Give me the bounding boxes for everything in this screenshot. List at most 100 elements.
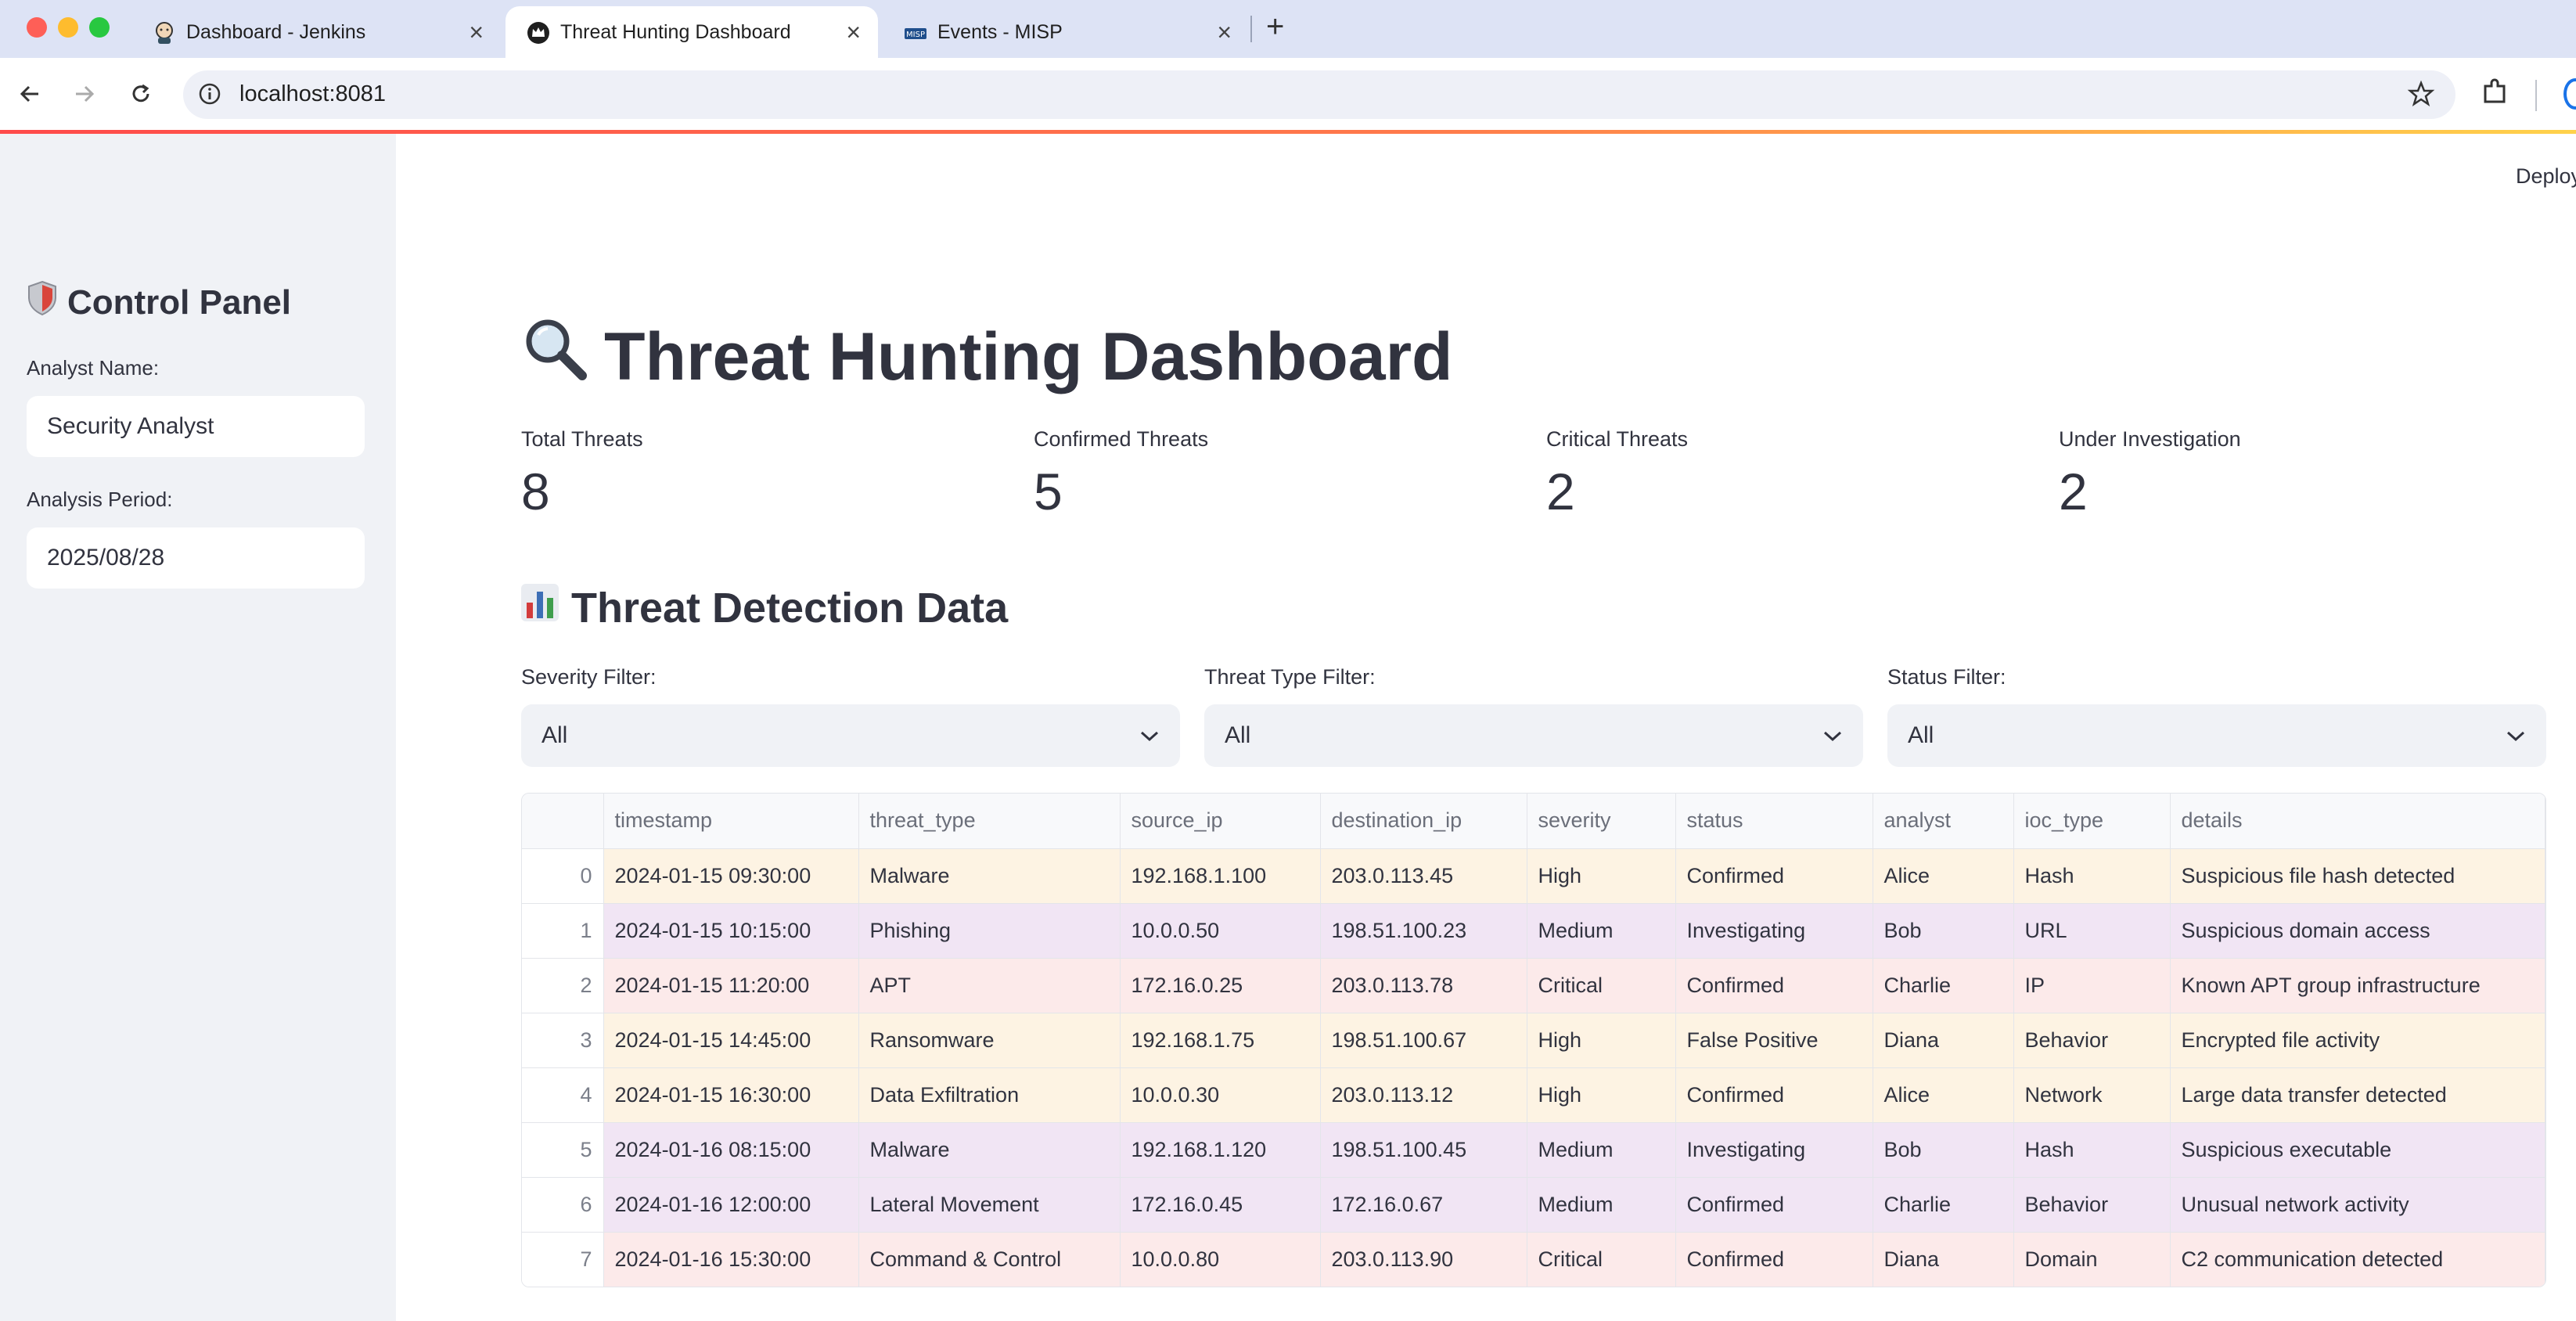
cell-source-ip[interactable]: 192.168.1.100: [1120, 848, 1321, 904]
reload-icon[interactable]: [122, 75, 160, 113]
table-row[interactable]: 1 2024-01-15 10:15:00 Phishing 10.0.0.50 198…: [522, 903, 2545, 959]
cell-destination-ip[interactable]: 203.0.113.45: [1320, 848, 1527, 904]
cell-threat-type[interactable]: Command & Control: [858, 1232, 1121, 1287]
cell-analyst[interactable]: Diana: [1873, 1013, 2014, 1068]
cell-threat-type[interactable]: Malware: [858, 848, 1121, 904]
new-tab-button[interactable]: +: [1266, 11, 1284, 42]
column-header[interactable]: timestamp: [603, 794, 859, 849]
cell-destination-ip[interactable]: 198.51.100.23: [1320, 903, 1527, 959]
cell-analyst[interactable]: Diana: [1873, 1232, 2014, 1287]
cell-ioc-type[interactable]: Domain: [2013, 1232, 2171, 1287]
close-icon[interactable]: ×: [469, 20, 484, 45]
cell-destination-ip[interactable]: 172.16.0.67: [1320, 1177, 1527, 1233]
cell-details[interactable]: Encrypted file activity: [2170, 1013, 2545, 1068]
cell-status[interactable]: False Positive: [1675, 1013, 1873, 1068]
cell-threat-type[interactable]: Lateral Movement: [858, 1177, 1121, 1233]
cell-analyst[interactable]: Bob: [1873, 903, 2014, 959]
cell-timestamp[interactable]: 2024-01-15 16:30:00: [603, 1067, 859, 1123]
cell-destination-ip[interactable]: 203.0.113.90: [1320, 1232, 1527, 1287]
cell-details[interactable]: Large data transfer detected: [2170, 1067, 2545, 1123]
cell-source-ip[interactable]: 192.168.1.75: [1120, 1013, 1321, 1068]
cell-details[interactable]: Unusual network activity: [2170, 1177, 2545, 1233]
window-minimize-button[interactable]: [58, 17, 78, 38]
close-icon[interactable]: ×: [1217, 20, 1232, 45]
extensions-icon[interactable]: [2479, 77, 2510, 112]
table-row[interactable]: 5 2024-01-16 08:15:00 Malware 192.168.1.120…: [522, 1122, 2545, 1178]
cell-severity[interactable]: Medium: [1527, 1177, 1676, 1233]
cell-severity[interactable]: Critical: [1527, 958, 1676, 1013]
cell-details[interactable]: Suspicious file hash detected: [2170, 848, 2545, 904]
column-header[interactable]: ioc_type: [2013, 794, 2171, 849]
cell-timestamp[interactable]: 2024-01-16 12:00:00: [603, 1177, 859, 1233]
cell-ioc-type[interactable]: Behavior: [2013, 1177, 2171, 1233]
column-header[interactable]: severity: [1527, 794, 1676, 849]
cell-analyst[interactable]: Charlie: [1873, 1177, 2014, 1233]
tab-threat-hunting[interactable]: Threat Hunting Dashboard ×: [505, 6, 878, 58]
cell-timestamp[interactable]: 2024-01-15 10:15:00: [603, 903, 859, 959]
cell-source-ip[interactable]: 192.168.1.120: [1120, 1122, 1321, 1178]
url-bar[interactable]: localhost:8081: [183, 70, 2455, 119]
forward-arrow-icon[interactable]: [66, 75, 103, 113]
table-row[interactable]: 0 2024-01-15 09:30:00 Malware 192.168.1.100…: [522, 848, 2545, 904]
cell-source-ip[interactable]: 10.0.0.50: [1120, 903, 1321, 959]
cell-destination-ip[interactable]: 198.51.100.45: [1320, 1122, 1527, 1178]
cell-source-ip[interactable]: 172.16.0.45: [1120, 1177, 1321, 1233]
window-close-button[interactable]: [27, 17, 47, 38]
cell-analyst[interactable]: Bob: [1873, 1122, 2014, 1178]
severity-filter-select[interactable]: All: [521, 704, 1180, 767]
threat-type-filter-select[interactable]: All: [1204, 704, 1863, 767]
table-row[interactable]: 4 2024-01-15 16:30:00 Data Exfiltration 10.…: [522, 1067, 2545, 1123]
deploy-button[interactable]: Deploy: [2516, 164, 2576, 189]
cell-threat-type[interactable]: Ransomware: [858, 1013, 1121, 1068]
column-header[interactable]: threat_type: [858, 794, 1121, 849]
cell-severity[interactable]: Medium: [1527, 903, 1676, 959]
cell-destination-ip[interactable]: 203.0.113.12: [1320, 1067, 1527, 1123]
close-icon[interactable]: ×: [846, 20, 861, 45]
cell-timestamp[interactable]: 2024-01-15 09:30:00: [603, 848, 859, 904]
table-row[interactable]: 2 2024-01-15 11:20:00 APT 172.16.0.25 203.0.…: [522, 958, 2545, 1013]
cell-analyst[interactable]: Charlie: [1873, 958, 2014, 1013]
cell-destination-ip[interactable]: 203.0.113.78: [1320, 958, 1527, 1013]
cell-status[interactable]: Investigating: [1675, 1122, 1873, 1178]
column-header[interactable]: analyst: [1873, 794, 2014, 849]
table-row[interactable]: 6 2024-01-16 12:00:00 Lateral Movement 172.…: [522, 1177, 2545, 1233]
cell-source-ip[interactable]: 10.0.0.30: [1120, 1067, 1321, 1123]
cell-details[interactable]: Suspicious executable: [2170, 1122, 2545, 1178]
cell-severity[interactable]: High: [1527, 1067, 1676, 1123]
analyst-name-input[interactable]: Security Analyst: [27, 396, 365, 457]
analysis-period-date-input[interactable]: 2025/08/28: [27, 527, 365, 589]
cell-analyst[interactable]: Alice: [1873, 1067, 2014, 1123]
cell-severity[interactable]: Medium: [1527, 1122, 1676, 1178]
column-header[interactable]: status: [1675, 794, 1873, 849]
cell-status[interactable]: Confirmed: [1675, 1177, 1873, 1233]
tab-misp[interactable]: MISP Events - MISP ×: [883, 6, 1249, 58]
column-header[interactable]: destination_ip: [1320, 794, 1527, 849]
cell-source-ip[interactable]: 172.16.0.25: [1120, 958, 1321, 1013]
cell-ioc-type[interactable]: URL: [2013, 903, 2171, 959]
bookmark-star-icon[interactable]: [2407, 80, 2435, 112]
window-maximize-button[interactable]: [89, 17, 110, 38]
column-header[interactable]: details: [2170, 794, 2545, 849]
cell-severity[interactable]: Critical: [1527, 1232, 1676, 1287]
cell-ioc-type[interactable]: Hash: [2013, 1122, 2171, 1178]
table-row[interactable]: 7 2024-01-16 15:30:00 Command & Control 10.…: [522, 1232, 2545, 1287]
cell-ioc-type[interactable]: Network: [2013, 1067, 2171, 1123]
table-row[interactable]: 3 2024-01-15 14:45:00 Ransomware 192.168.1.…: [522, 1013, 2545, 1068]
cell-timestamp[interactable]: 2024-01-16 15:30:00: [603, 1232, 859, 1287]
cell-status[interactable]: Confirmed: [1675, 1232, 1873, 1287]
back-arrow-icon[interactable]: [11, 75, 49, 113]
cell-timestamp[interactable]: 2024-01-16 08:15:00: [603, 1122, 859, 1178]
cell-analyst[interactable]: Alice: [1873, 848, 2014, 904]
cell-status[interactable]: Investigating: [1675, 903, 1873, 959]
cell-destination-ip[interactable]: 198.51.100.67: [1320, 1013, 1527, 1068]
cell-timestamp[interactable]: 2024-01-15 14:45:00: [603, 1013, 859, 1068]
cell-timestamp[interactable]: 2024-01-15 11:20:00: [603, 958, 859, 1013]
column-header[interactable]: source_ip: [1120, 794, 1321, 849]
cell-details[interactable]: Suspicious domain access: [2170, 903, 2545, 959]
cell-status[interactable]: Confirmed: [1675, 1067, 1873, 1123]
cell-severity[interactable]: High: [1527, 848, 1676, 904]
cell-status[interactable]: Confirmed: [1675, 848, 1873, 904]
cell-source-ip[interactable]: 10.0.0.80: [1120, 1232, 1321, 1287]
cell-severity[interactable]: High: [1527, 1013, 1676, 1068]
cell-threat-type[interactable]: APT: [858, 958, 1121, 1013]
